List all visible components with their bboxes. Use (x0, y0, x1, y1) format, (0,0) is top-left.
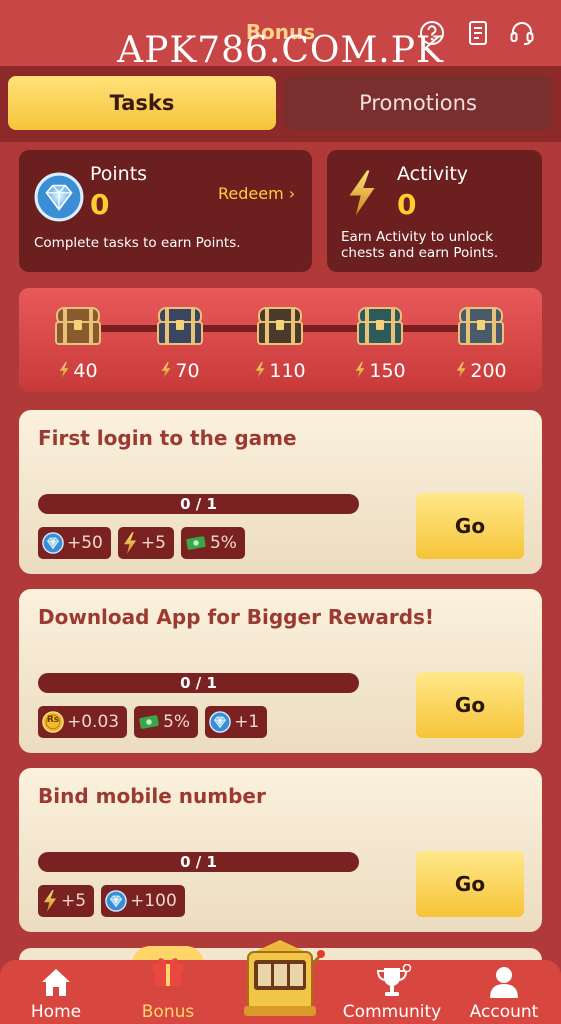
chest-icon[interactable] (53, 304, 103, 348)
chest-icon[interactable] (355, 304, 405, 348)
tab-promotions[interactable]: Promotions (284, 76, 552, 130)
points-value: 0 (90, 188, 110, 221)
reward-badge: +5 (38, 885, 95, 917)
chest-icon[interactable] (155, 304, 205, 348)
activity-title: Activity (397, 163, 469, 185)
cash-icon (185, 532, 207, 554)
task-title: First login to the game (38, 426, 297, 450)
task-progress: 0 / 1 (38, 494, 359, 514)
chest-threshold: 200 (441, 360, 521, 382)
chest-threshold: 150 (340, 360, 420, 382)
task-progress: 0 / 1 (38, 852, 359, 872)
reward-badge: +1 (205, 706, 268, 738)
points-card: Points 0 Redeem › Complete tasks to earn… (19, 150, 312, 272)
home-icon (42, 969, 70, 996)
points-title: Points (90, 163, 148, 185)
go-button[interactable]: Go (416, 851, 524, 917)
cash-icon (138, 711, 160, 733)
activity-description-line2: chests and earn Points. (341, 245, 499, 261)
bolt-icon (455, 362, 467, 378)
nav-home[interactable]: Home (1, 960, 111, 1024)
activity-card: Activity 0 Earn Activity to unlock chest… (327, 150, 542, 272)
redeem-link[interactable]: Redeem › (218, 184, 295, 203)
task-card: First login to the game 0 / 1 +50 +5 5% … (19, 410, 542, 574)
chest-progress-track: 40 70 110 150 200 (19, 288, 542, 392)
redeem-label: Redeem (218, 184, 284, 203)
bolt-icon (42, 890, 58, 912)
chest-threshold: 40 (38, 360, 118, 382)
activity-description-line1: Earn Activity to unlock (341, 229, 493, 245)
task-rewards: +5 +100 (38, 885, 185, 917)
gift-icon (153, 958, 183, 986)
header-bar: Bonus APK786.COM.PK (0, 0, 561, 71)
reward-badge: 5% (180, 527, 245, 559)
tab-tasks[interactable]: Tasks (8, 76, 276, 130)
nav-bonus[interactable]: Bonus (113, 958, 223, 1024)
reward-badge: +50 (38, 527, 111, 559)
headset-icon[interactable] (508, 19, 536, 47)
points-description: Complete tasks to earn Points. (34, 235, 241, 251)
task-rewards: Rs +0.03 5% +1 (38, 706, 268, 738)
task-rewards: +50 +5 5% (38, 527, 245, 559)
bottom-nav: Home Bonus Community Account (0, 940, 561, 1024)
reward-badge: +5 (117, 527, 174, 559)
bolt-icon (254, 362, 266, 378)
chest-threshold: 70 (140, 360, 220, 382)
chest-icon[interactable] (255, 304, 305, 348)
bolt-icon (122, 532, 138, 554)
go-button[interactable]: Go (416, 493, 524, 559)
diamond-icon (105, 890, 127, 912)
nav-account-label: Account (469, 1002, 539, 1022)
trophy-icon (376, 964, 412, 996)
task-card: Download App for Bigger Rewards! 0 / 1 R… (19, 589, 542, 753)
diamond-icon (209, 711, 231, 733)
slot-machine-icon (244, 940, 325, 1016)
coin-icon: Rs (42, 711, 64, 733)
nav-bonus-label: Bonus (141, 1002, 195, 1022)
tab-bar: Tasks Promotions (0, 66, 561, 142)
nav-community-label: Community (342, 1002, 442, 1022)
diamond-icon (42, 532, 64, 554)
reward-badge: +100 (101, 885, 185, 917)
nav-community[interactable]: Community (337, 960, 447, 1024)
user-icon (490, 967, 518, 998)
document-icon[interactable] (464, 19, 492, 47)
task-card: Bind mobile number 0 / 1 +5 +100 Go (19, 768, 542, 932)
task-title: Download App for Bigger Rewards! (38, 605, 435, 629)
chest-threshold: 110 (240, 360, 320, 382)
go-button[interactable]: Go (416, 672, 524, 738)
nav-account[interactable]: Account (449, 960, 559, 1024)
bolt-icon (160, 362, 172, 378)
task-progress: 0 / 1 (38, 673, 359, 693)
diamond-icon (34, 172, 84, 222)
reward-badge: Rs +0.03 (38, 706, 128, 738)
nav-jackpot[interactable] (225, 940, 335, 1024)
help-icon[interactable] (418, 19, 446, 47)
bolt-icon (354, 362, 366, 378)
reward-badge: 5% (134, 706, 199, 738)
task-title: Bind mobile number (38, 784, 266, 808)
bolt-icon (347, 170, 377, 216)
chevron-right-icon: › (288, 184, 296, 203)
activity-value: 0 (397, 188, 417, 221)
bolt-icon (58, 362, 70, 378)
nav-home-label: Home (30, 1002, 82, 1022)
chest-icon[interactable] (456, 304, 506, 348)
